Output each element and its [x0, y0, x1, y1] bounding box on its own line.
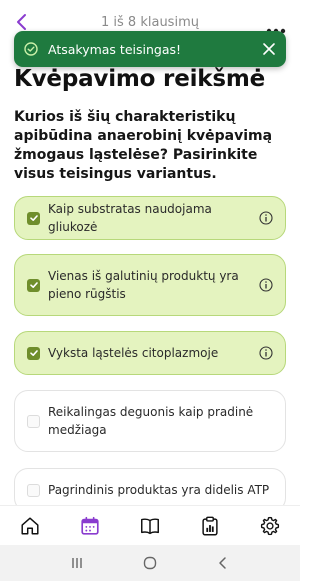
system-navigation-bar: [0, 545, 300, 581]
bottom-navigation: [0, 505, 300, 545]
home-icon: [21, 516, 39, 535]
nav-home[interactable]: [18, 514, 42, 538]
question-text: Kurios iš šių charakteristikų apibūdina …: [14, 109, 273, 182]
option-item[interactable]: Kaip substratas naudojama gliukozė: [14, 196, 286, 240]
clipboard-chart-icon: [202, 516, 218, 535]
quiz-screen: 1 iš 8 klausimų Kvėpavimo reikšmė Atsaky…: [0, 0, 300, 581]
calendar-icon: [81, 516, 99, 535]
nav-settings[interactable]: [258, 514, 282, 538]
checkbox-checked[interactable]: [27, 211, 40, 225]
option-label: Kaip substratas naudojama gliukozė: [48, 202, 212, 234]
top-bar: 1 iš 8 klausimų: [0, 0, 300, 34]
success-toast: Atsakymas teisingas!: [14, 31, 286, 67]
checkbox-unchecked[interactable]: [27, 483, 40, 497]
check-icon: [29, 282, 38, 288]
page-title: Kvėpavimo reikšmė: [14, 66, 266, 92]
checkbox-checked[interactable]: [27, 278, 40, 292]
info-icon[interactable]: [259, 278, 273, 292]
nav-book[interactable]: [138, 514, 162, 538]
option-label: Reikalingas deguonis kaip pradinė medžia…: [48, 405, 254, 437]
more-options-button[interactable]: [266, 20, 286, 34]
close-icon[interactable]: [262, 42, 276, 56]
option-item[interactable]: Vienas iš galutinių produktų yra pieno r…: [14, 254, 286, 316]
question-progress: 1 iš 8 klausimų: [101, 15, 199, 30]
book-icon: [141, 517, 159, 534]
checkbox-checked[interactable]: [27, 346, 40, 360]
chevron-left-icon: [219, 557, 227, 569]
home-system-button[interactable]: [142, 555, 158, 571]
gear-icon: [260, 516, 280, 535]
nav-calendar[interactable]: [78, 514, 102, 538]
option-label: Vienas iš galutinių produktų yra pieno r…: [48, 269, 239, 301]
recents-button[interactable]: [69, 555, 85, 571]
check-circle-icon: [24, 42, 38, 56]
info-icon[interactable]: [259, 211, 273, 225]
home-circle-icon: [143, 556, 157, 570]
option-item[interactable]: Reikalingas deguonis kaip pradinė medžia…: [14, 390, 286, 452]
checkbox-unchecked[interactable]: [27, 414, 40, 428]
option-label: Pagrindinis produktas yra didelis ATP: [48, 483, 270, 497]
back-system-button[interactable]: [215, 555, 231, 571]
recents-icon: [71, 558, 82, 568]
toast-message: Atsakymas teisingas!: [48, 41, 182, 57]
info-icon[interactable]: [259, 346, 273, 360]
check-icon: [29, 350, 38, 356]
option-item[interactable]: Vyksta ląstelės citoplazmoje: [14, 331, 286, 375]
check-icon: [29, 215, 38, 221]
option-label: Vyksta ląstelės citoplazmoje: [48, 346, 219, 360]
nav-reports[interactable]: [198, 514, 222, 538]
